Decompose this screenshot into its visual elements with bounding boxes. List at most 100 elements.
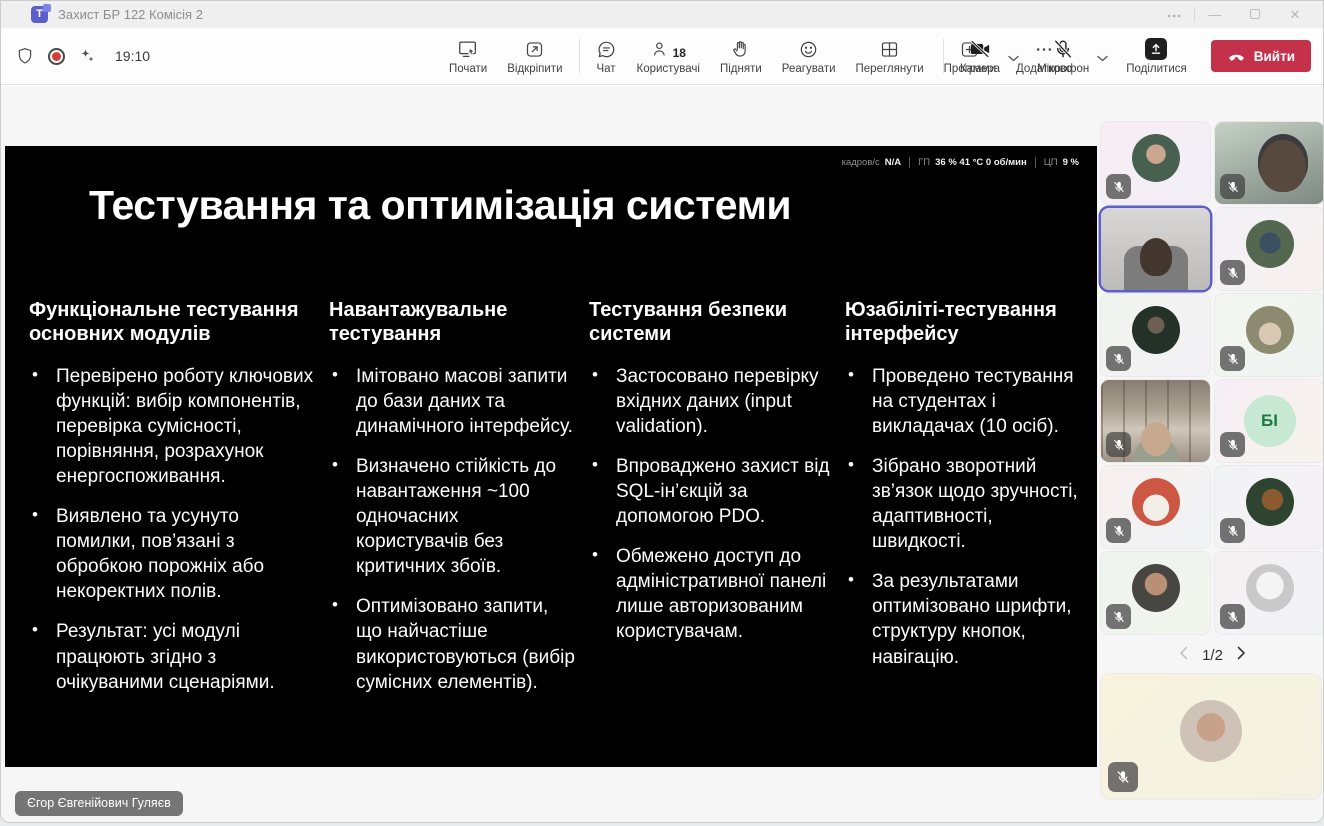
grid-view-icon	[879, 38, 900, 60]
participant-tile[interactable]	[1101, 294, 1210, 376]
mute-badge	[1106, 604, 1131, 629]
mic-off-icon	[1113, 611, 1124, 622]
raise-hand-button[interactable]: Підняти	[710, 38, 772, 75]
mute-badge	[1220, 432, 1245, 457]
raise-hand-icon	[730, 38, 751, 60]
participant-tile-large[interactable]	[1101, 674, 1321, 799]
mute-badge	[1220, 346, 1245, 371]
teams-meeting-window: Захист БР 122 Комісія 2 — ✕ 19:10 Почати	[0, 0, 1324, 823]
titlebar: Захист БР 122 Комісія 2 — ✕	[1, 1, 1323, 28]
participant-tile[interactable]	[1101, 466, 1210, 548]
mic-button[interactable]: Мікрофон	[1027, 38, 1099, 75]
participant-video	[1140, 422, 1171, 456]
camera-button[interactable]: Камера	[950, 38, 1010, 75]
mute-badge	[1220, 604, 1245, 629]
avatar	[1131, 306, 1180, 354]
mute-badge	[1106, 518, 1131, 543]
share-button[interactable]: Поділитися	[1116, 37, 1196, 75]
pop-out-icon	[524, 38, 545, 60]
participant-tile[interactable]	[1101, 380, 1210, 462]
maximize-button[interactable]	[1235, 7, 1275, 22]
presenter-name-badge: Єгор Євгенійович Гуляєв	[15, 791, 183, 816]
bullet: Впроваджено захист від SQL-ін’єкцій за д…	[589, 454, 831, 529]
participant-tile[interactable]	[1215, 122, 1323, 204]
column-heading: Тестування безпеки системи	[589, 299, 788, 346]
participant-video	[1260, 140, 1306, 192]
bullet: Імітовано масові запити до бази даних та…	[329, 364, 575, 439]
mic-off-icon	[1227, 611, 1238, 622]
mute-badge	[1106, 346, 1131, 371]
slide-title: Тестування та оптимізація системи	[89, 182, 792, 228]
mic-off-icon	[1052, 38, 1074, 60]
bullet: Проведено тестування на студентах і викл…	[845, 364, 1083, 439]
mic-off-icon	[1227, 439, 1238, 450]
participant-tile[interactable]	[1101, 552, 1210, 634]
mute-badge	[1106, 174, 1131, 199]
mic-off-icon	[1227, 353, 1238, 364]
mic-off-icon	[1113, 181, 1124, 192]
participant-tile-active-speaker[interactable]	[1101, 208, 1210, 290]
people-icon	[653, 42, 665, 56]
mute-badge	[1108, 762, 1138, 792]
participant-count-badge: 18	[672, 45, 686, 60]
avatar	[1245, 306, 1294, 354]
meeting-stage: кадров/с N/A ГП 36 % 41 °C 0 об/мин ЦП 9 % …	[1, 86, 1323, 822]
avatar	[1245, 220, 1294, 268]
unpin-button[interactable]: Відкріпити	[497, 38, 572, 75]
start-sharing-button[interactable]: Почати	[439, 38, 497, 75]
bullet: Обмежено доступ до адміністративної пане…	[589, 544, 831, 644]
mute-badge	[1220, 174, 1245, 199]
bullet: Виявлено та усунуто помилки, пов’язані з…	[29, 504, 315, 604]
mic-options-chevron[interactable]	[1097, 45, 1108, 67]
chat-button[interactable]: Чат	[586, 38, 627, 75]
mute-badge	[1220, 260, 1245, 285]
meeting-timer: 19:10	[115, 48, 151, 64]
column-heading: Функціональне тестування основних модулі…	[29, 299, 299, 346]
sparkle-icon	[81, 49, 94, 62]
leave-button[interactable]: Вийти	[1210, 40, 1311, 72]
mic-off-icon	[1113, 439, 1124, 450]
mic-off-icon	[1227, 525, 1238, 536]
mute-badge	[1220, 518, 1245, 543]
participant-tile[interactable]	[1215, 208, 1323, 290]
slide-column-security-testing: Тестування безпеки системи Застосовано п…	[589, 298, 831, 710]
participant-tile[interactable]: БІ	[1215, 380, 1323, 462]
camera-options-chevron[interactable]	[1008, 45, 1019, 67]
participants-button[interactable]: 18 Користувачі	[627, 38, 710, 75]
shared-screen-slide: кадров/с N/A ГП 36 % 41 °C 0 об/мин ЦП 9 % …	[5, 146, 1097, 767]
bullet: За результатами оптимізовано шрифти, стр…	[845, 569, 1083, 669]
pager-next-chevron[interactable]	[1237, 646, 1246, 665]
column-heading: Юзабіліті-тестування інтерфейсу	[845, 299, 1057, 346]
avatar	[1131, 478, 1180, 526]
avatar	[1180, 700, 1242, 762]
bullet: Результат: усі модулі працюють згідно з …	[29, 619, 315, 694]
mic-off-icon	[1227, 181, 1238, 192]
recording-indicator-icon	[48, 47, 65, 65]
participant-tile[interactable]	[1215, 552, 1323, 634]
maximize-icon	[1250, 9, 1260, 19]
mic-off-icon	[1113, 525, 1124, 536]
slide-column-load-testing: Навантажувальне тестування Імітовано мас…	[329, 298, 575, 710]
participant-tile[interactable]	[1215, 466, 1323, 548]
bullet: Оптимізовано запити, що найчастіше викор…	[329, 594, 575, 694]
participant-tile[interactable]	[1101, 122, 1210, 204]
react-button[interactable]: Реагувати	[772, 38, 846, 75]
close-button[interactable]: ✕	[1275, 7, 1315, 23]
meeting-toolbar: 19:10 Почати Відкріпити Чат 18 Користува…	[1, 28, 1323, 85]
avatar	[1245, 564, 1294, 612]
slide-column-usability-testing: Юзабіліті-тестування інтерфейсу Проведен…	[845, 298, 1083, 710]
teams-logo-icon	[31, 4, 51, 23]
camera-off-icon	[968, 38, 992, 60]
mic-off-icon	[1113, 353, 1124, 364]
share-tray-icon	[1145, 37, 1168, 60]
view-button[interactable]: Переглянути	[846, 38, 934, 75]
toolbar-divider	[578, 39, 580, 73]
screen-share-icon	[457, 38, 479, 60]
minimize-button[interactable]: —	[1195, 7, 1235, 22]
toolbar-divider	[942, 39, 944, 73]
hangup-phone-icon	[1229, 54, 1244, 61]
titlebar-more-button[interactable]	[1154, 7, 1194, 22]
participant-tile[interactable]	[1215, 294, 1323, 376]
bullet: Перевірено роботу ключових функцій: вибі…	[29, 364, 315, 489]
pager-prev-chevron[interactable]	[1179, 646, 1188, 665]
